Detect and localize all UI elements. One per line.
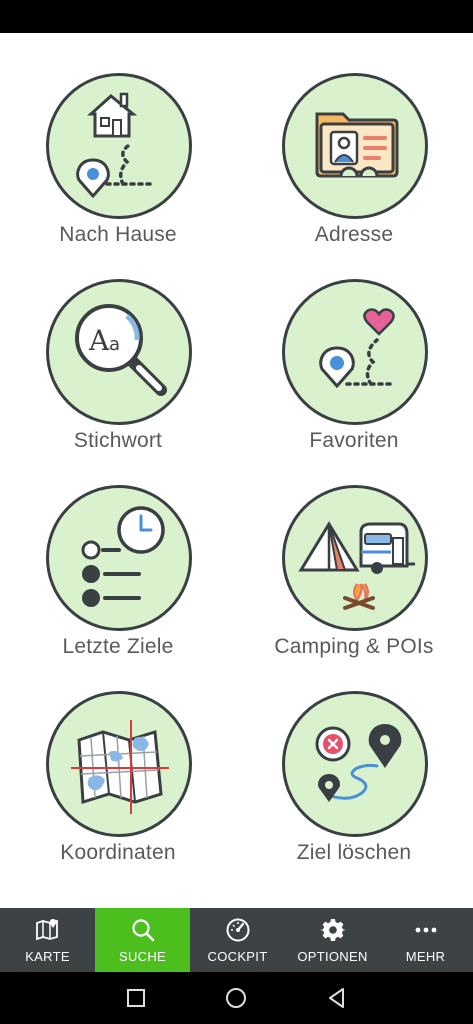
tile-label: Letzte Ziele — [62, 635, 174, 658]
home-button[interactable] — [224, 986, 248, 1010]
favorite-route-icon — [282, 279, 428, 425]
status-bar — [0, 0, 473, 33]
tile-favoriten[interactable]: Favoriten — [254, 273, 454, 473]
tile-label: Stichwort — [73, 429, 163, 452]
svg-text:A: A — [88, 324, 110, 357]
search-menu-grid: Nach Hause Adresse A a Stichwort Favorit… — [0, 33, 473, 908]
nav-label: OPTIONEN — [297, 949, 368, 964]
nav-suche[interactable]: SUCHE — [95, 908, 190, 972]
system-navigation-bar — [0, 972, 473, 1024]
speedometer-icon — [226, 918, 249, 942]
search-icon — [131, 919, 154, 942]
coordinates-map-icon — [46, 691, 192, 837]
nav-mehr[interactable]: MEHR — [378, 908, 473, 972]
clear-destination-icon — [282, 691, 428, 837]
map-icon — [35, 919, 58, 941]
tile-stichwort[interactable]: A a Stichwort — [18, 273, 218, 473]
tile-label: Koordinaten — [60, 841, 176, 864]
tile-camping-pois[interactable]: Camping & POIs — [254, 479, 454, 679]
tile-koordinaten[interactable]: Koordinaten — [18, 685, 218, 885]
tile-letzte-ziele[interactable]: Letzte Ziele — [18, 479, 218, 679]
nav-label: COCKPIT — [207, 949, 268, 964]
home-route-icon — [46, 73, 192, 219]
nav-karte[interactable]: KARTE — [0, 908, 95, 972]
tile-label: Adresse — [314, 223, 394, 246]
tile-label: Ziel löschen — [296, 841, 412, 864]
camping-icon — [282, 485, 428, 631]
nav-optionen[interactable]: OPTIONEN — [285, 908, 380, 972]
square-icon — [127, 989, 145, 1007]
nav-cockpit[interactable]: COCKPIT — [190, 908, 285, 972]
keyword-search-icon: A a — [46, 279, 192, 425]
recent-apps-button[interactable] — [124, 986, 148, 1010]
gear-icon — [319, 919, 346, 941]
tile-label: Favoriten — [309, 429, 399, 452]
address-card-icon — [282, 73, 428, 219]
tile-adresse[interactable]: Adresse — [254, 67, 454, 267]
tile-nach-hause[interactable]: Nach Hause — [18, 67, 218, 267]
tile-label: Camping & POIs — [274, 635, 434, 658]
tile-ziel-loeschen[interactable]: Ziel löschen — [254, 685, 454, 885]
nav-label: SUCHE — [118, 949, 166, 964]
nav-label: KARTE — [25, 949, 70, 964]
circle-icon — [226, 988, 246, 1008]
svg-text:a: a — [109, 334, 120, 355]
bottom-navigation: KARTE SUCHE COCKPIT OPTIONEN MEHR — [0, 908, 473, 972]
more-dots-icon — [415, 927, 436, 933]
back-button[interactable] — [325, 986, 349, 1010]
tile-label: Nach Hause — [59, 223, 177, 246]
recent-destinations-icon — [46, 485, 192, 631]
nav-label: MEHR — [405, 949, 446, 964]
back-triangle-icon — [329, 988, 344, 1008]
